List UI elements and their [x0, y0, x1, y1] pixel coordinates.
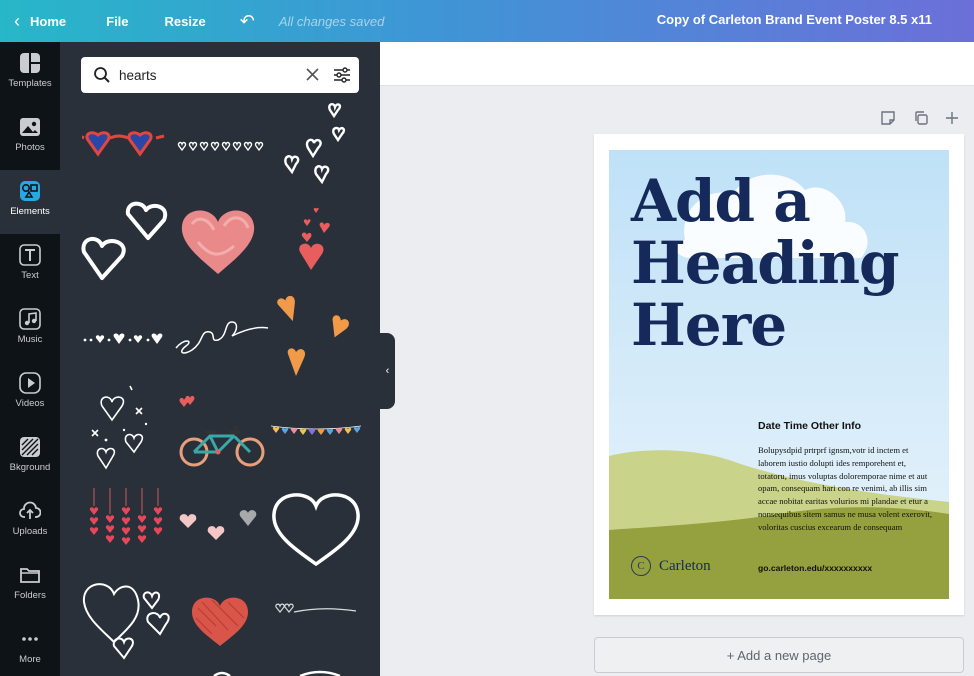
row-of-small-hearts[interactable] [176, 140, 266, 156]
file-menu-button[interactable]: File [106, 14, 128, 29]
heading-line-1: Add a [631, 167, 811, 235]
background-icon [20, 437, 40, 457]
partial-results-row [213, 670, 341, 676]
sidebar-item-elements[interactable]: Elements [0, 170, 60, 234]
resize-button[interactable]: Resize [165, 14, 206, 29]
sidebar-item-photos[interactable]: Photos [0, 106, 60, 170]
sidebar-item-more[interactable]: More [0, 618, 60, 676]
carleton-seal-icon: C [631, 556, 651, 576]
big-outline-heart[interactable] [270, 488, 362, 568]
clear-search-icon[interactable] [305, 67, 320, 82]
save-status: All changes saved [278, 13, 385, 29]
home-label: Home [30, 13, 67, 29]
brand-name: Carleton [659, 557, 711, 574]
heading-line-3: Here [631, 291, 787, 359]
collapse-panel-button[interactable]: ‹ [380, 333, 395, 409]
text-icon [19, 244, 41, 266]
tandem-bike-hearts[interactable] [176, 394, 268, 470]
design-page[interactable]: Add a Heading Here Date Time Other Info … [594, 134, 964, 615]
sidebar-item-templates[interactable]: Templates [0, 42, 60, 106]
more-icon [22, 637, 38, 641]
sidebar-item-music[interactable]: Music [0, 298, 60, 362]
music-icon [19, 308, 41, 330]
pink-painted-heart[interactable] [178, 202, 258, 278]
dotted-heart-line[interactable] [82, 332, 168, 348]
filter-icon[interactable] [332, 65, 352, 85]
heart-swirl-line[interactable] [174, 316, 270, 358]
scattered-outline-hearts[interactable] [280, 100, 352, 194]
duplicate-page-icon[interactable] [913, 110, 929, 126]
hanging-heart-strings[interactable] [84, 488, 166, 554]
sidebar-item-uploads[interactable]: Uploads [0, 490, 60, 554]
editor-toolbar [380, 42, 974, 86]
uploads-icon [19, 501, 41, 519]
note-icon[interactable] [880, 110, 896, 126]
poster-artwork[interactable]: Add a Heading Here Date Time Other Info … [609, 150, 949, 599]
carleton-logo[interactable]: C Carleton [631, 556, 711, 576]
orange-floating-hearts[interactable] [274, 292, 354, 382]
sparkle-outline-hearts[interactable] [86, 384, 168, 476]
sidebar-item-text[interactable]: Text [0, 234, 60, 298]
pink-grey-hearts[interactable] [178, 506, 264, 546]
sidebar-item-folders[interactable]: Folders [0, 554, 60, 618]
folders-icon [20, 568, 40, 583]
search-icon [94, 67, 110, 83]
chevron-left-icon: ‹ [14, 11, 20, 31]
sidebar-item-background[interactable]: Bkground [0, 426, 60, 490]
document-title[interactable]: Copy of Carleton Brand Event Poster 8.5 … [657, 12, 932, 27]
heading-line-2: Heading [631, 229, 900, 297]
add-page-icon[interactable] [944, 110, 960, 126]
top-bar: ‹ Home File Resize ↶ All changes saved C… [0, 0, 974, 42]
colorful-heart-bunting[interactable] [270, 422, 362, 442]
videos-icon [19, 372, 41, 394]
undo-icon[interactable]: ↶ [240, 11, 255, 32]
elements-panel [60, 42, 380, 676]
chevron-left-icon: ‹ [385, 365, 390, 377]
heart-sunglasses[interactable] [82, 128, 168, 164]
add-new-page-button[interactable]: + Add a new page [594, 637, 964, 673]
search-box [81, 57, 359, 93]
templates-icon [20, 53, 40, 73]
heart-line-divider[interactable] [272, 602, 358, 616]
sidebar-item-videos[interactable]: Videos [0, 362, 60, 426]
poster-heading[interactable]: Add a Heading Here [631, 167, 900, 359]
double-outline-hearts[interactable] [80, 200, 172, 284]
left-sidebar: Templates Photos Elements Text Music Vid… [0, 42, 60, 676]
elements-icon [20, 181, 40, 201]
red-scribble-heart[interactable] [188, 592, 252, 650]
event-url[interactable]: go.carleton.edu/xxxxxxxxxx [758, 563, 872, 573]
home-button[interactable]: ‹ Home [14, 12, 66, 30]
photos-icon [20, 118, 40, 136]
event-info-body[interactable]: Bolupysdpid prtrprf ignsm,votr id inctem… [758, 444, 934, 534]
cluster-red-hearts[interactable] [294, 206, 340, 278]
event-info-title[interactable]: Date Time Other Info [758, 420, 861, 432]
search-input[interactable] [119, 65, 299, 85]
stacked-outline-hearts[interactable] [78, 578, 172, 668]
